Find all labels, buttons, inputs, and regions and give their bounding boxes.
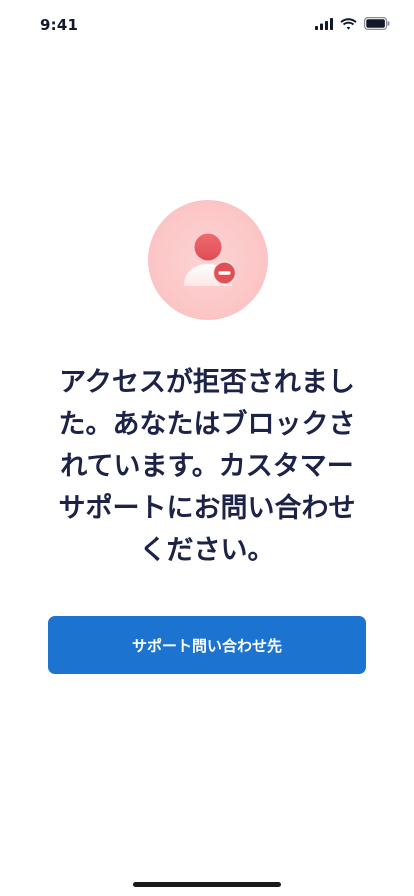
status-icons: [315, 17, 390, 30]
cellular-signal-icon: [315, 17, 333, 30]
contact-support-button[interactable]: サポート問い合わせ先: [48, 616, 366, 674]
home-indicator[interactable]: [133, 882, 281, 887]
user-blocked-icon: [184, 233, 237, 286]
access-denied-message: アクセスが拒否されました。あなたはブロックされています。カスタマー サポートにお…: [58, 367, 356, 566]
status-bar: 9:41: [0, 0, 414, 50]
wifi-icon: [340, 17, 357, 30]
battery-icon: [364, 17, 390, 30]
blocked-user-illustration: [148, 200, 268, 320]
status-time: 9:41: [40, 16, 79, 34]
